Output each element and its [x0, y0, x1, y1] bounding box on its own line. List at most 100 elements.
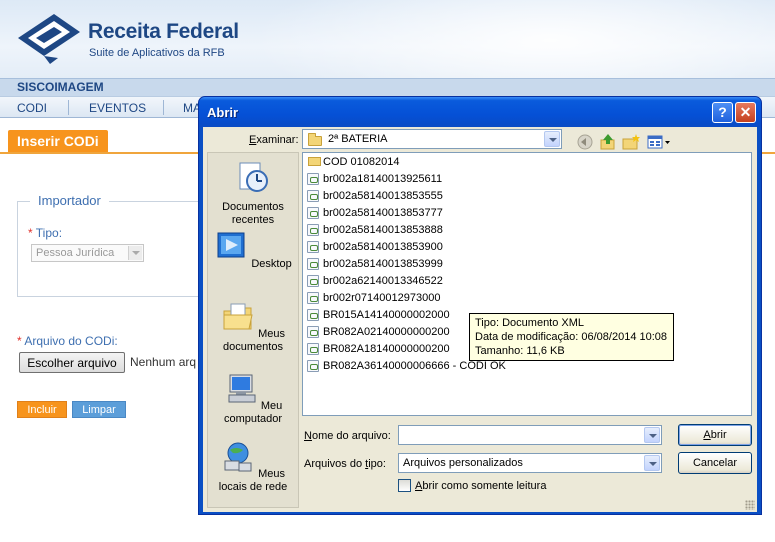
folder-icon — [308, 157, 321, 166]
required-mark: * — [17, 334, 22, 348]
view-menu-icon[interactable] — [647, 133, 671, 151]
look-in-value: 2ª BATERIA — [328, 133, 388, 145]
xml-file-icon — [307, 224, 319, 236]
list-item[interactable]: br002a62140013346522 — [307, 273, 443, 289]
arquivo-label-text: Arquivo do CODi: — [24, 334, 118, 348]
file-list[interactable]: COD 01082014 br002a18140013925611 br002a… — [302, 152, 752, 416]
incluir-button[interactable]: Incluir — [17, 401, 67, 418]
file-name: br002a58140013853888 — [323, 224, 443, 236]
tipo-select-value: Pessoa Jurídica — [36, 247, 115, 259]
tipo-select[interactable]: Pessoa Jurídica — [31, 244, 144, 262]
list-item[interactable]: COD 01082014 — [307, 154, 399, 170]
filename-input[interactable] — [398, 425, 662, 445]
open-file-dialog: Abrir ? ✕ Examinar: 2ª BATERIA Documento… — [198, 96, 762, 515]
fieldset-legend: Importador — [30, 193, 109, 208]
file-name: br002a58140013853999 — [323, 258, 443, 270]
file-tooltip: Tipo: Documento XML Data de modificação:… — [469, 313, 674, 361]
file-name: BR082A02140000000200 — [323, 326, 450, 338]
tipo-label: * Tipo: — [28, 226, 62, 240]
file-name: br002a58140013853777 — [323, 207, 443, 219]
choose-file-button[interactable]: Escolher arquivo — [19, 352, 125, 373]
file-name: br002a18140013925611 — [323, 173, 443, 185]
back-icon[interactable] — [576, 133, 594, 151]
chevron-down-icon[interactable] — [544, 131, 560, 147]
file-name: br002a58140013853555 — [323, 190, 443, 202]
look-in-label: Examinar: — [249, 134, 299, 146]
place-label: Documentos recentes — [222, 201, 284, 226]
help-button[interactable]: ? — [712, 102, 733, 123]
section-title: Inserir CODi — [8, 130, 108, 154]
new-folder-icon[interactable] — [622, 133, 640, 151]
look-in-combo[interactable]: 2ª BATERIA — [302, 129, 562, 149]
desktop-icon — [217, 232, 245, 258]
xml-file-icon — [307, 275, 319, 287]
list-item[interactable]: br002a58140013853555 — [307, 188, 443, 204]
brand-title: Receita Federal — [88, 20, 239, 43]
my-documents-icon — [223, 303, 253, 330]
nav-item-codi[interactable]: CODI — [17, 101, 47, 115]
required-mark: * — [28, 226, 33, 240]
xml-file-icon — [307, 343, 319, 355]
filetype-select[interactable]: Arquivos personalizados — [398, 453, 662, 473]
open-button[interactable]: Abrir — [678, 424, 752, 446]
list-item[interactable]: br002a18140013925611 — [307, 171, 442, 187]
chevron-down-icon — [128, 246, 142, 260]
filename-label: Nome do arquivo: — [304, 430, 391, 442]
dialog-body: Examinar: 2ª BATERIA Documentos recentes… — [203, 127, 757, 512]
xml-file-icon — [307, 190, 319, 202]
list-item[interactable]: BR015A14140000002000 — [307, 307, 450, 323]
place-my-computer[interactable]: Meu computador — [208, 373, 298, 426]
chevron-down-icon[interactable] — [644, 427, 660, 443]
limpar-button[interactable]: Limpar — [72, 401, 126, 418]
dialog-titlebar[interactable]: Abrir ? ✕ — [199, 97, 761, 127]
xml-file-icon — [307, 309, 319, 321]
file-name: br002a62140013346522 — [323, 275, 443, 287]
file-name: BR015A14140000002000 — [323, 309, 450, 321]
readonly-checkbox[interactable] — [398, 479, 411, 492]
list-item[interactable]: BR082A02140000000200 — [307, 324, 450, 340]
app-bar: SISCOIMAGEM — [0, 78, 775, 96]
header-decoration — [250, 0, 775, 78]
dialog-title: Abrir — [207, 105, 239, 120]
file-name: COD 01082014 — [323, 156, 400, 168]
nav-separator — [163, 100, 164, 115]
readonly-label[interactable]: Abrir como somente leitura — [415, 480, 546, 492]
place-desktop[interactable]: Desktop — [208, 231, 298, 271]
file-name: br002r07140012973000 — [323, 292, 441, 304]
filetype-label: Arquivos do tipo: — [304, 458, 386, 470]
xml-file-icon — [307, 173, 319, 185]
list-item[interactable]: br002a58140013853999 — [307, 256, 443, 272]
place-recent-documents[interactable]: Documentos recentes — [208, 161, 298, 227]
places-bar: Documentos recentes Desktop Meus documen… — [207, 152, 299, 508]
filetype-value: Arquivos personalizados — [403, 457, 523, 469]
list-item[interactable]: br002a58140013853777 — [307, 205, 443, 221]
file-status: Nenhum arq — [130, 355, 197, 369]
list-item[interactable]: br002r07140012973000 — [307, 290, 440, 306]
up-folder-icon[interactable] — [599, 133, 617, 151]
list-item[interactable]: BR082A18140000000200 — [307, 341, 450, 357]
xml-file-icon — [307, 241, 319, 253]
tooltip-type: Tipo: Documento XML — [475, 317, 585, 329]
network-places-icon — [224, 442, 252, 472]
xml-file-icon — [307, 292, 319, 304]
file-name: br002a58140013853900 — [323, 241, 443, 253]
site-header: Receita Federal Suite de Aplicativos da … — [0, 0, 775, 78]
xml-file-icon — [307, 326, 319, 338]
recent-documents-icon — [239, 162, 268, 192]
nav-item-eventos[interactable]: EVENTOS — [89, 101, 146, 115]
place-label: Desktop — [251, 258, 292, 270]
receita-federal-logo-icon — [18, 14, 80, 64]
xml-file-icon — [307, 207, 319, 219]
list-item[interactable]: br002a58140013853888 — [307, 222, 443, 238]
place-network[interactable]: Meus locais de rede — [208, 441, 298, 494]
place-my-documents[interactable]: Meus documentos — [208, 301, 298, 354]
resize-grip-icon[interactable] — [745, 500, 755, 510]
close-button[interactable]: ✕ — [735, 102, 756, 123]
xml-file-icon — [307, 258, 319, 270]
tooltip-size: Tamanho: 11,6 KB — [475, 345, 565, 357]
list-item[interactable]: br002a58140013853900 — [307, 239, 443, 255]
file-name: BR082A18140000000200 — [323, 343, 450, 355]
chevron-down-icon[interactable] — [644, 455, 660, 471]
brand-subtitle: Suite de Aplicativos da RFB — [89, 47, 225, 59]
cancel-button[interactable]: Cancelar — [678, 452, 752, 474]
